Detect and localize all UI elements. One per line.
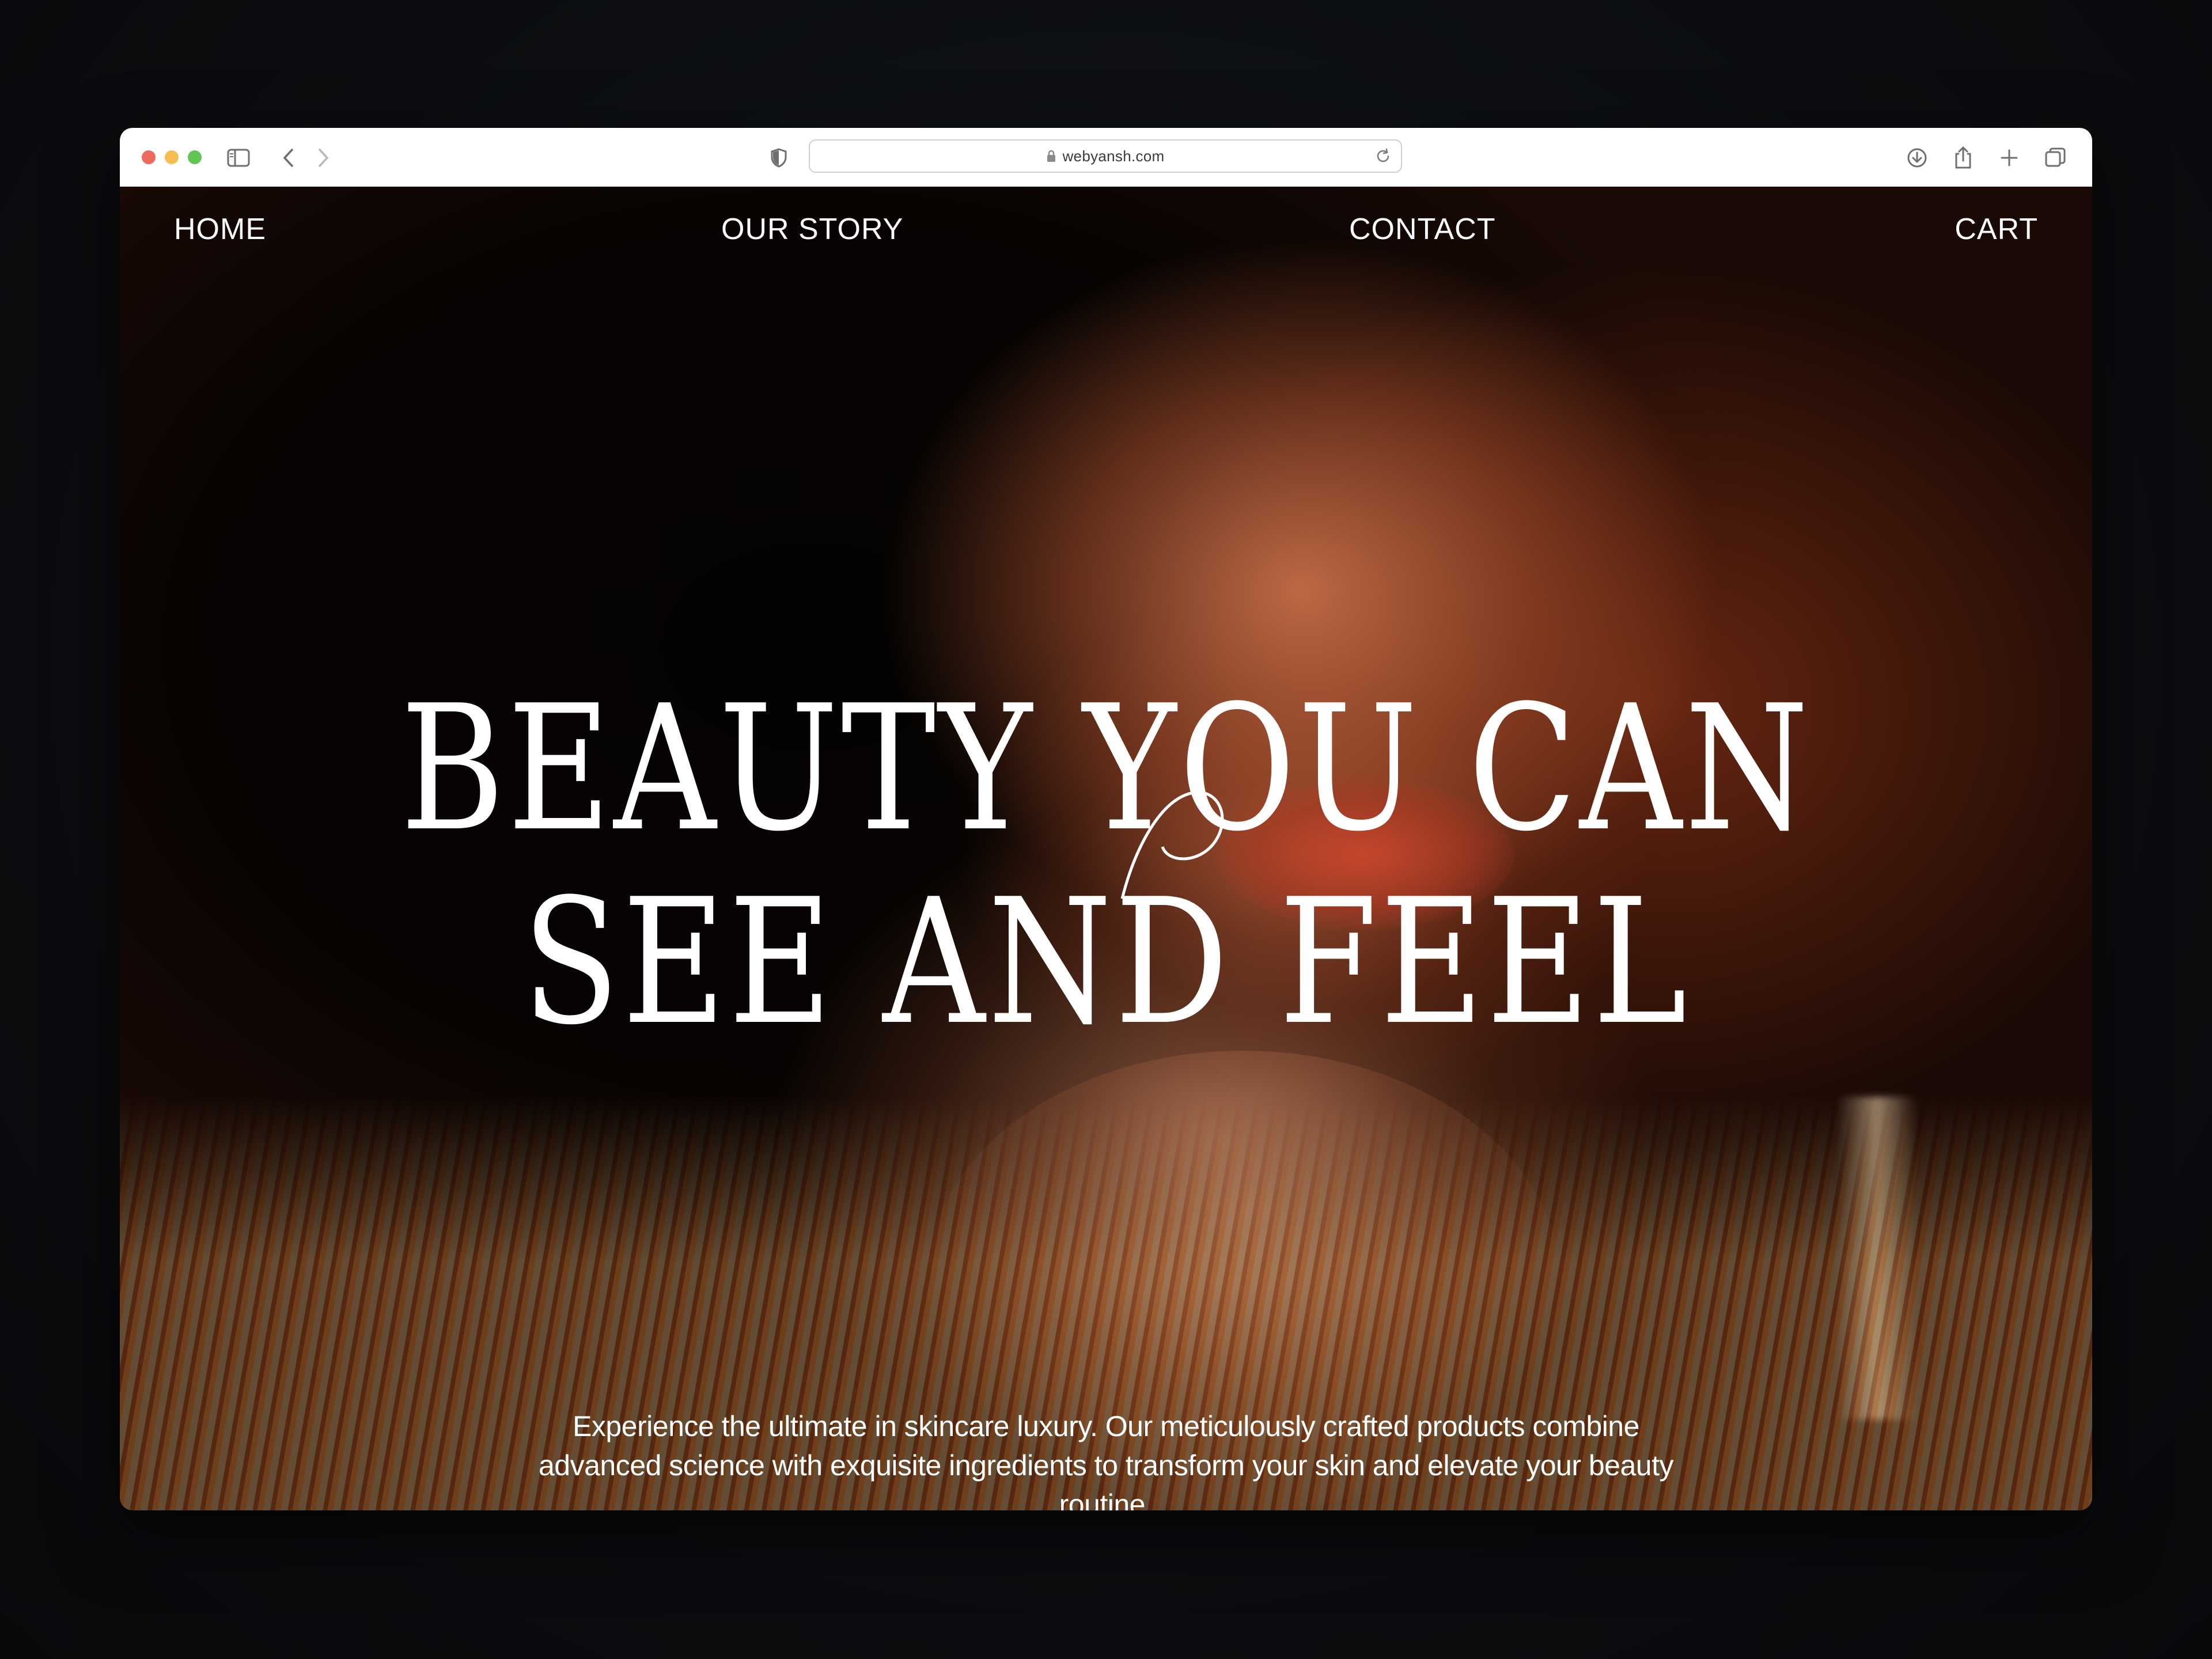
nav-home-link[interactable]: HOME	[174, 212, 266, 247]
close-window-button[interactable]	[142, 150, 156, 164]
shield-icon[interactable]	[766, 145, 791, 171]
headline-line-2: SEE AND FEEL	[522, 862, 1690, 1063]
sidebar-icon[interactable]	[226, 145, 251, 171]
browser-toolbar: webyansh.com	[120, 128, 2092, 188]
minimize-window-button[interactable]	[165, 150, 179, 164]
hero-subtext: Experience the ultimate in skincare luxu…	[538, 1410, 1674, 1510]
tabs-overview-icon[interactable]	[2043, 145, 2068, 171]
download-icon[interactable]	[1904, 145, 1930, 171]
back-icon[interactable]	[275, 145, 301, 171]
nav-contact-link[interactable]: CONTACT	[1349, 212, 1495, 247]
nav-our-story-link[interactable]: OUR STORY	[721, 212, 903, 247]
reload-icon[interactable]	[1374, 147, 1392, 165]
hero-section: HOME OUR STORY CONTACT CART BEAUTY YOU C…	[120, 187, 2092, 1510]
main-nav: HOME OUR STORY CONTACT CART	[120, 187, 2092, 273]
url-text: webyansh.com	[1062, 147, 1165, 165]
lock-icon	[1046, 149, 1056, 163]
hero-headline: BEAUTY YOU CAN SEE AND FEEL	[120, 683, 2092, 1049]
browser-window: webyansh.com HOME OUR STORY CONTACT CART…	[120, 128, 2092, 1510]
headline-line-1: BEAUTY YOU CAN	[400, 668, 1812, 870]
forward-icon[interactable]	[311, 145, 336, 171]
desktop-background: webyansh.com HOME OUR STORY CONTACT CART…	[0, 0, 2212, 1659]
new-tab-icon[interactable]	[1997, 145, 2022, 171]
zoom-window-button[interactable]	[188, 150, 202, 164]
share-icon[interactable]	[1950, 145, 1976, 171]
address-bar[interactable]: webyansh.com	[809, 139, 1402, 173]
nav-cart-link[interactable]: CART	[1955, 212, 2038, 247]
